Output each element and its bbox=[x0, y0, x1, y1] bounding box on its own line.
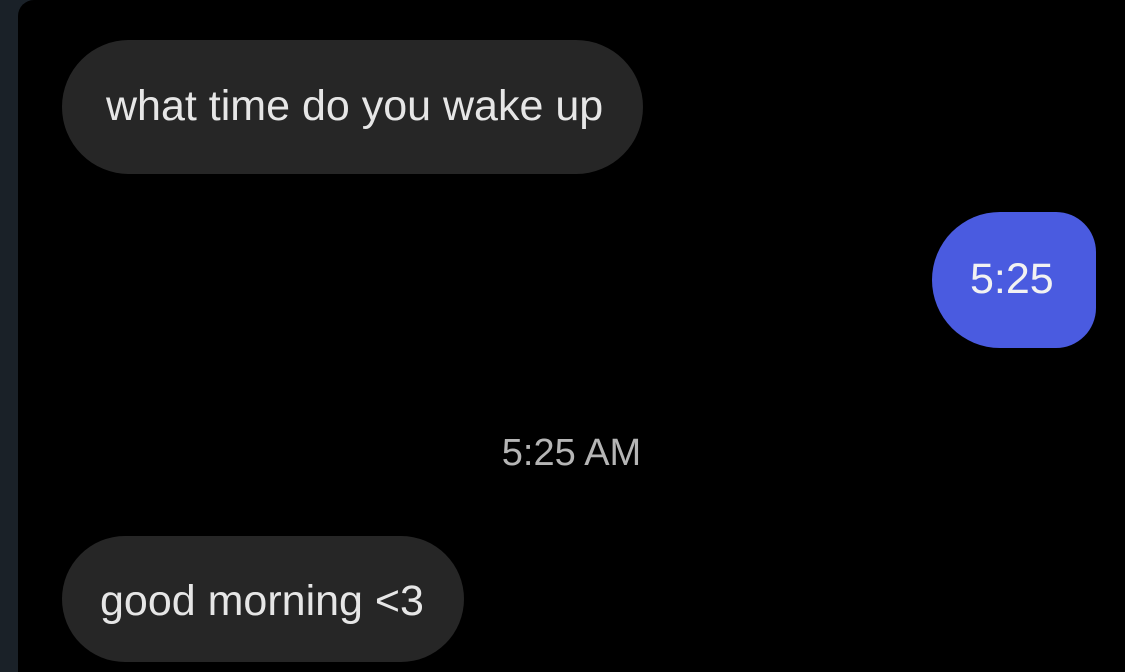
message-timestamp: 5:25 AM bbox=[501, 432, 642, 474]
message-bubble-outgoing[interactable]: 5:25 bbox=[932, 212, 1096, 348]
message-bubble-incoming[interactable]: good morning <3 bbox=[62, 536, 464, 662]
message-bubble-incoming[interactable]: what time do you wake up bbox=[62, 40, 644, 174]
chat-screen: what time do you wake up 5:25 5:25 AM go… bbox=[18, 0, 1125, 672]
